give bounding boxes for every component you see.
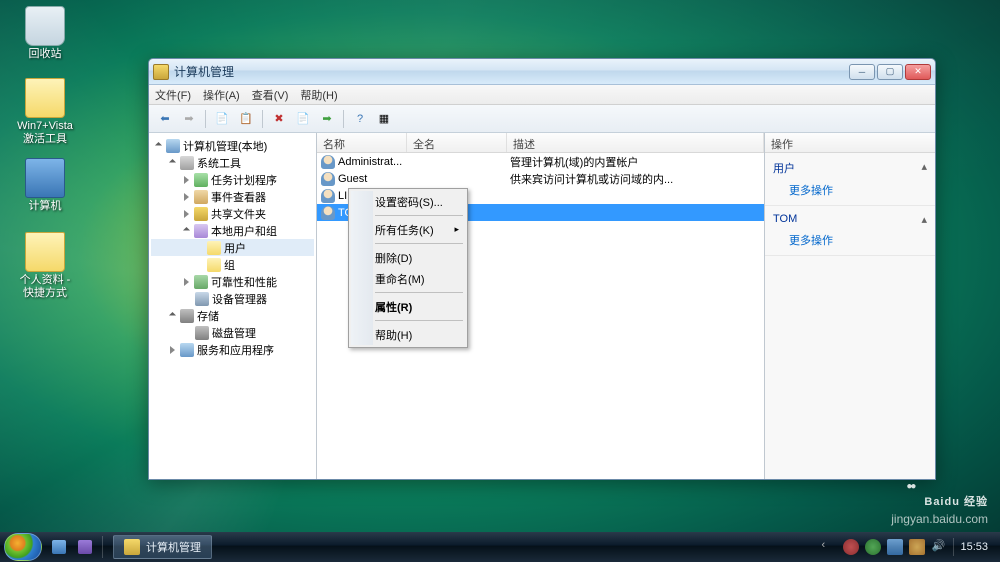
list-header: 名称 全名 描述 xyxy=(317,133,764,153)
tray-volume-icon[interactable]: 🔊 xyxy=(931,539,947,555)
user-icon xyxy=(321,189,335,203)
menu-action[interactable]: 操作(A) xyxy=(203,87,240,103)
tree-diskmgmt[interactable]: 磁盘管理 xyxy=(151,324,314,341)
start-button[interactable] xyxy=(4,533,42,561)
actions-pane: 操作 用户▴ 更多操作 TOM▴ 更多操作 xyxy=(765,133,935,479)
tray-network-icon[interactable] xyxy=(887,539,903,555)
folder2-label-l2: 快捷方式 xyxy=(10,287,80,300)
ctx-help[interactable]: 帮助(H) xyxy=(351,324,465,345)
user-icon xyxy=(321,172,335,186)
action-section-tom: TOM▴ xyxy=(773,210,927,229)
actions-header: 操作 xyxy=(765,133,935,153)
forward-button[interactable]: ➡ xyxy=(179,109,199,129)
menu-view[interactable]: 查看(V) xyxy=(252,87,289,103)
tray-security-icon[interactable] xyxy=(843,539,859,555)
ctx-properties[interactable]: 属性(R) xyxy=(351,296,465,317)
help-button[interactable]: ? xyxy=(350,109,370,129)
user-row-administrator[interactable]: Administrat... 管理计算机(域)的内置帐户 xyxy=(317,153,764,170)
tray-expand-icon[interactable]: ‹ xyxy=(821,539,837,555)
folder1-label-l2: 激活工具 xyxy=(10,133,80,146)
tree-devmgr[interactable]: 设备管理器 xyxy=(151,290,314,307)
ql-switch-windows[interactable] xyxy=(73,535,97,559)
ctx-all-tasks[interactable]: 所有任务(K) xyxy=(351,219,465,240)
action-more-1[interactable]: 更多操作 xyxy=(773,179,927,201)
options-button[interactable]: ▦ xyxy=(374,109,394,129)
system-tray: ‹ 🔊 15:53 xyxy=(821,538,996,556)
refresh-button[interactable]: 📄 xyxy=(293,109,313,129)
recyclebin-icon xyxy=(25,6,65,46)
close-button[interactable]: ✕ xyxy=(905,64,931,80)
tree-scheduler[interactable]: 任务计划程序 xyxy=(151,171,314,188)
ctx-set-password[interactable]: 设置密码(S)... xyxy=(351,191,465,212)
tray-sync-icon[interactable] xyxy=(865,539,881,555)
tree-storage[interactable]: 存储 xyxy=(151,307,314,324)
desktop-icon-computer[interactable]: 计算机 xyxy=(10,158,80,213)
menubar: 文件(F) 操作(A) 查看(V) 帮助(H) xyxy=(149,85,935,105)
toolbar: ⬅ ➡ 📄 📋 ✖ 📄 ➡ ? ▦ xyxy=(149,105,935,133)
menu-help[interactable]: 帮助(H) xyxy=(300,87,337,103)
maximize-button[interactable]: ▢ xyxy=(877,64,903,80)
user-row-guest[interactable]: Guest 供来宾访问计算机或访问域的内... xyxy=(317,170,764,187)
app-icon xyxy=(153,64,169,80)
up-button[interactable]: 📄 xyxy=(212,109,232,129)
folder-icon xyxy=(25,78,65,118)
mmc-window: 计算机管理 ─ ▢ ✕ 文件(F) 操作(A) 查看(V) 帮助(H) ⬅ ➡ … xyxy=(148,58,936,480)
tree-perf[interactable]: 可靠性和性能 xyxy=(151,273,314,290)
clock[interactable]: 15:53 xyxy=(960,541,988,553)
watermark: Baidu 经验 jingyan.baidu.com xyxy=(891,481,988,526)
tree-groups[interactable]: 组 xyxy=(151,256,314,273)
props-button[interactable]: 📋 xyxy=(236,109,256,129)
titlebar[interactable]: 计算机管理 ─ ▢ ✕ xyxy=(149,59,935,85)
desktop-icon-folder2[interactable]: 个人资料 - 快捷方式 xyxy=(10,232,80,300)
taskbar: 计算机管理 ‹ 🔊 15:53 xyxy=(0,532,1000,562)
col-name[interactable]: 名称 xyxy=(317,133,407,152)
user-icon xyxy=(321,206,335,220)
window-title: 计算机管理 xyxy=(174,63,849,80)
back-button[interactable]: ⬅ xyxy=(155,109,175,129)
tree-pane: 计算机管理(本地) 系统工具 任务计划程序 事件查看器 共享文件夹 本地用户和组… xyxy=(149,133,317,479)
desktop-icon-recyclebin[interactable]: 回收站 xyxy=(10,6,80,61)
tree-localusers[interactable]: 本地用户和组 xyxy=(151,222,314,239)
computer-icon xyxy=(25,158,65,198)
tree-users[interactable]: 用户 xyxy=(151,239,314,256)
folder-icon xyxy=(25,232,65,272)
user-icon xyxy=(321,155,335,169)
context-menu: 设置密码(S)... 所有任务(K) 删除(D) 重命名(M) 属性(R) 帮助… xyxy=(348,188,468,348)
col-fullname[interactable]: 全名 xyxy=(407,133,507,152)
tree-root[interactable]: 计算机管理(本地) xyxy=(151,137,314,154)
menu-file[interactable]: 文件(F) xyxy=(155,87,191,103)
tree-systools[interactable]: 系统工具 xyxy=(151,154,314,171)
tree-eventviewer[interactable]: 事件查看器 xyxy=(151,188,314,205)
col-desc[interactable]: 描述 xyxy=(507,133,764,152)
folder1-label-l1: Win7+Vista xyxy=(10,120,80,133)
tree-shared[interactable]: 共享文件夹 xyxy=(151,205,314,222)
ql-show-desktop[interactable] xyxy=(47,535,71,559)
delete-button[interactable]: ✖ xyxy=(269,109,289,129)
ctx-rename[interactable]: 重命名(M) xyxy=(351,268,465,289)
action-section-users: 用户▴ xyxy=(773,157,927,179)
desktop-icon-folder1[interactable]: Win7+Vista 激活工具 xyxy=(10,78,80,146)
folder2-label-l1: 个人资料 - xyxy=(10,274,80,287)
tree-services[interactable]: 服务和应用程序 xyxy=(151,341,314,358)
export-button[interactable]: ➡ xyxy=(317,109,337,129)
app-icon xyxy=(124,539,140,555)
taskbar-app-button[interactable]: 计算机管理 xyxy=(113,535,212,559)
action-more-2[interactable]: 更多操作 xyxy=(773,229,927,251)
minimize-button[interactable]: ─ xyxy=(849,64,875,80)
recyclebin-label: 回收站 xyxy=(10,48,80,61)
ctx-delete[interactable]: 删除(D) xyxy=(351,247,465,268)
tray-user-icon[interactable] xyxy=(909,539,925,555)
computer-label: 计算机 xyxy=(10,200,80,213)
